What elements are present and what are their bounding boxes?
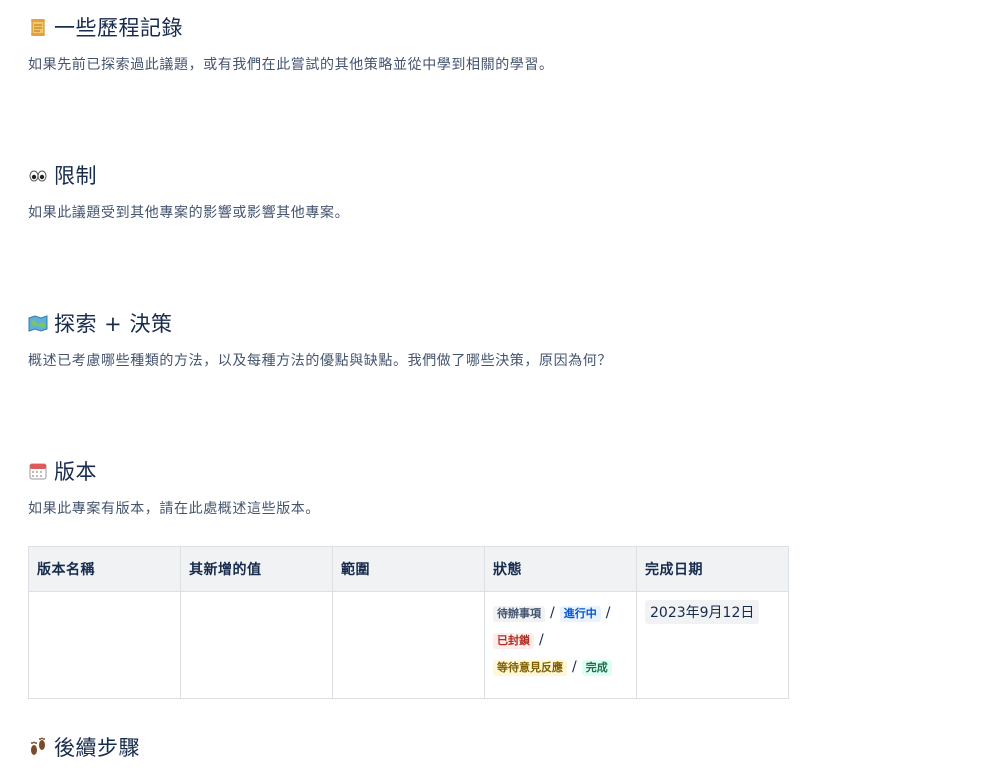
calendar-icon xyxy=(28,461,48,481)
map-icon xyxy=(28,313,48,333)
table-row: 待辦事項 / 進行中 / 已封鎖 / 等待意見反應 / 完成 2023年9月12日 xyxy=(28,591,789,699)
section-next-steps: 後續步驟 xyxy=(28,732,988,762)
constraints-description: 如果此議題受到其他專案的影響或影響其他專案。 xyxy=(28,205,350,221)
section-exploration: 探索 + 決策 概述已考慮哪些種類的方法，以及每種方法的優點與缺點。我們做了哪些… xyxy=(28,308,988,370)
versions-description: 如果此專案有版本，請在此處概述這些版本。 xyxy=(28,501,320,517)
heading-versions-text: 版本 xyxy=(54,460,97,484)
status-separator: / xyxy=(605,605,611,621)
status-separator: / xyxy=(539,632,544,648)
cell-completion-date[interactable]: 2023年9月12日 xyxy=(636,591,789,699)
header-value-added[interactable]: 其新增的值 xyxy=(180,546,333,592)
cell-version-name[interactable] xyxy=(28,591,181,699)
cell-scope[interactable] xyxy=(332,591,485,699)
table-header-row: 版本名稱 其新增的值 範圍 狀態 完成日期 xyxy=(28,546,789,592)
status-lozenge-blocked[interactable]: 已封鎖 xyxy=(493,633,534,649)
heading-constraints-text: 限制 xyxy=(54,164,97,188)
footprints-icon xyxy=(28,737,48,757)
heading-constraints: 限制 xyxy=(28,160,988,190)
header-version-name[interactable]: 版本名稱 xyxy=(28,546,181,592)
section-constraints: 限制 如果此議題受到其他專案的影響或影響其他專案。 xyxy=(28,160,988,222)
status-lozenge-done[interactable]: 完成 xyxy=(581,660,612,676)
history-description: 如果先前已探索過此議題，或有我們在此嘗試的其他策略並從中學到相關的學習。 xyxy=(28,57,554,73)
heading-next-steps: 後續步驟 xyxy=(28,732,988,762)
scroll-icon xyxy=(28,17,48,37)
section-history: 一些歷程記錄 如果先前已探索過此議題，或有我們在此嘗試的其他策略並從中學到相關的… xyxy=(28,12,988,74)
exploration-description: 概述已考慮哪些種類的方法，以及每種方法的優點與缺點。我們做了哪些決策，原因為何？ xyxy=(28,353,612,369)
cell-status[interactable]: 待辦事項 / 進行中 / 已封鎖 / 等待意見反應 / 完成 xyxy=(484,591,637,699)
status-lozenge-awaiting-feedback[interactable]: 等待意見反應 xyxy=(493,660,567,676)
eyes-icon xyxy=(28,165,48,185)
status-lozenge-in-progress[interactable]: 進行中 xyxy=(559,606,601,622)
header-status[interactable]: 狀態 xyxy=(484,546,637,592)
section-versions: 版本 如果此專案有版本，請在此處概述這些版本。 xyxy=(28,456,988,518)
versions-table: 版本名稱 其新增的值 範圍 狀態 完成日期 待辦事項 / 進行中 / 已封鎖 / 等待意… xyxy=(28,546,789,699)
header-scope[interactable]: 範圍 xyxy=(332,546,485,592)
header-completion-date[interactable]: 完成日期 xyxy=(636,546,789,592)
date-chip[interactable]: 2023年9月12日 xyxy=(645,600,760,624)
heading-exploration-text: 探索 + 決策 xyxy=(54,312,173,336)
status-separator: / xyxy=(550,605,555,621)
heading-exploration: 探索 + 決策 xyxy=(28,308,988,338)
status-separator: / xyxy=(572,659,577,675)
heading-next-steps-text: 後續步驟 xyxy=(54,736,140,760)
status-lozenge-backlog[interactable]: 待辦事項 xyxy=(493,606,545,622)
heading-versions: 版本 xyxy=(28,456,988,486)
heading-history: 一些歷程記錄 xyxy=(28,12,988,42)
heading-history-text: 一些歷程記錄 xyxy=(54,16,183,40)
cell-value-added[interactable] xyxy=(180,591,333,699)
